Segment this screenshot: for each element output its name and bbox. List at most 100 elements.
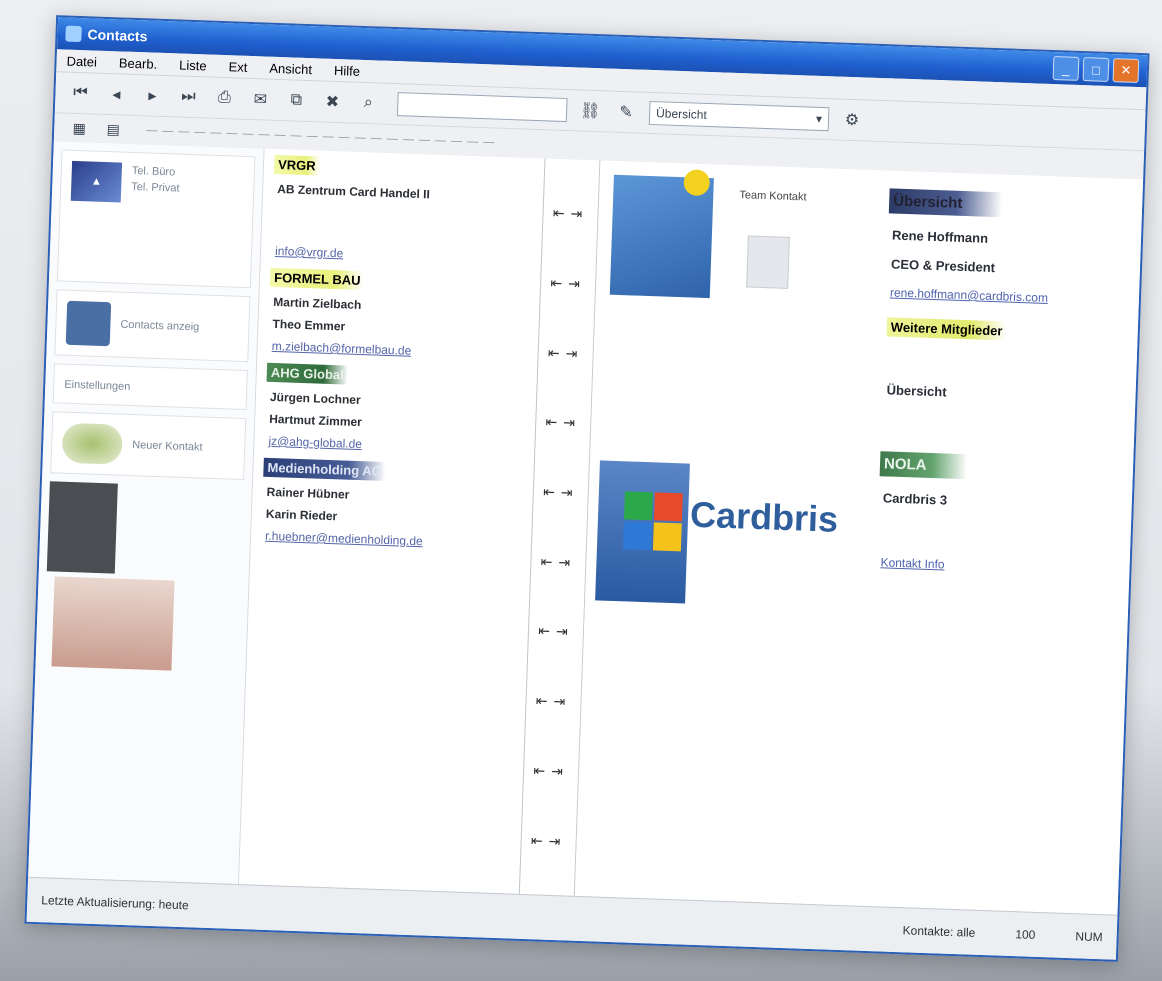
contact-list: VRGR AB Zentrum Card Handel II info@vrgr… xyxy=(238,148,546,895)
email-link[interactable]: rene.hoffmann@cardbris.com xyxy=(890,285,1123,307)
card-text: Contacts anzeig xyxy=(120,318,200,334)
new-contact-card[interactable]: Neuer Kontakt xyxy=(50,411,247,481)
group-link[interactable]: r.huebner@medienholding.de xyxy=(265,529,517,552)
company-card[interactable]: ▲ Tel. Büro Tel. Privat xyxy=(56,149,256,289)
status-count: 100 xyxy=(1015,927,1036,942)
menu-item-list[interactable]: Liste xyxy=(179,57,207,73)
main-content: ▲ Tel. Büro Tel. Privat Contacts anzeig … xyxy=(28,141,1144,916)
contact-card[interactable]: Contacts anzeig xyxy=(54,289,251,363)
link-arrows-icon[interactable]: ⇤⇥ xyxy=(550,275,586,293)
info-link[interactable]: Kontakt Info xyxy=(880,555,1113,577)
window-controls: _ □ ✕ xyxy=(1052,56,1140,83)
status-right-group: Kontakte: alle 100 NUM xyxy=(902,923,1102,944)
mail-icon[interactable]: ✉ xyxy=(247,86,274,113)
group-header: AHG Global xyxy=(266,362,349,385)
side-label: Team Kontakt xyxy=(739,189,807,204)
menu-item-ext[interactable]: Ext xyxy=(228,59,247,75)
link-arrows-icon[interactable]: ⇤⇥ xyxy=(545,414,581,432)
menu-item-help[interactable]: Hilfe xyxy=(334,62,361,78)
link-arrows-icon[interactable]: ⇤⇥ xyxy=(531,832,567,850)
card-text: Einstellungen xyxy=(64,378,131,393)
app-window: Contacts _ □ ✕ Datei Bearb. Liste Ext An… xyxy=(24,15,1150,962)
group-line: Martin Zielbach xyxy=(273,294,362,313)
minimize-button[interactable]: _ xyxy=(1052,56,1080,81)
last-record-icon[interactable]: ⏭ xyxy=(175,83,202,110)
group-line: AB Zentrum Card Handel II xyxy=(277,182,431,202)
group-link[interactable]: jz@ahg-global.de xyxy=(268,434,520,457)
left-panel: ▲ Tel. Büro Tel. Privat Contacts anzeig … xyxy=(28,141,265,886)
delete-icon[interactable]: ✖ xyxy=(319,88,346,115)
detail-line: Rene Hoffmann xyxy=(891,227,989,246)
group-line: Jürgen Lochner xyxy=(269,389,361,408)
avatar xyxy=(65,300,112,347)
tab-strip[interactable]: — — — — — — — — — — — — — — — — — — — — … xyxy=(146,124,495,148)
search-input[interactable] xyxy=(396,92,568,123)
window-title: Contacts xyxy=(87,26,148,45)
brand-tile xyxy=(595,460,690,604)
photo-thumbnail[interactable] xyxy=(51,576,175,671)
link-arrows-icon[interactable]: ⇤⇥ xyxy=(540,553,576,571)
previous-icon[interactable]: ◂ xyxy=(103,81,130,108)
grid-icon[interactable]: ▦ xyxy=(66,115,93,142)
document-icon[interactable] xyxy=(746,235,790,289)
group-link[interactable]: m.zielbach@formelbau.de xyxy=(272,339,524,362)
status-filter: Kontakte: alle xyxy=(902,923,976,940)
group-line: Karin Rieder xyxy=(265,506,338,524)
windows-flag-icon xyxy=(622,491,685,553)
menu-item-edit[interactable]: Bearb. xyxy=(119,55,158,71)
close-button[interactable]: ✕ xyxy=(1112,58,1140,83)
detail-header: NOLA xyxy=(879,451,967,480)
card-icon[interactable]: ▤ xyxy=(100,116,127,143)
detail-line: Übersicht xyxy=(886,382,947,400)
view-select[interactable]: Übersicht ▾ xyxy=(648,100,830,132)
settings-icon[interactable]: ⚙ xyxy=(839,107,866,134)
list-group[interactable]: FORMEL BAU Martin Zielbach Theo Emmer m.… xyxy=(268,267,531,362)
group-header: VRGR xyxy=(273,154,320,176)
link-arrows-icon[interactable]: ⇤⇥ xyxy=(536,693,572,711)
card-text: Neuer Kontakt xyxy=(132,439,203,454)
photo-strip xyxy=(43,481,244,678)
app-icon xyxy=(65,25,82,43)
group-link[interactable]: info@vrgr.de xyxy=(275,244,527,267)
first-record-icon[interactable]: ⏮ xyxy=(67,80,94,107)
group-line: Theo Emmer xyxy=(272,316,346,334)
status-num: NUM xyxy=(1075,929,1103,945)
detail-fields: Übersicht Rene Hoffmann CEO & President … xyxy=(853,170,1144,916)
print-icon[interactable]: ⎙ xyxy=(211,85,238,112)
copy-icon[interactable]: ⧉ xyxy=(283,87,310,114)
company-logo: ▲ xyxy=(70,160,123,203)
detail-panel: Team Kontakt Cardbris Übersicht Rene Hof… xyxy=(574,160,1144,916)
photo-thumbnail[interactable] xyxy=(46,481,118,574)
pen-icon[interactable]: ✎ xyxy=(613,99,640,126)
card-line: Tel. Büro xyxy=(131,164,176,179)
menu-item-file[interactable]: Datei xyxy=(66,53,97,69)
group-header: Medienholding AG xyxy=(263,457,387,481)
blob-icon xyxy=(61,422,123,465)
highlight-label: Weitere Mitglieder xyxy=(886,317,1007,341)
link-arrows-icon[interactable]: ⇤⇥ xyxy=(548,344,584,362)
group-line: Hartmut Zimmer xyxy=(268,411,363,430)
link-arrows-icon[interactable]: ⇤⇥ xyxy=(538,623,574,641)
menu-item-view[interactable]: Ansicht xyxy=(269,60,312,76)
detail-header: Übersicht xyxy=(888,188,1003,218)
card-line: Tel. Privat xyxy=(131,180,180,195)
find-icon[interactable]: ⌕ xyxy=(355,90,382,117)
link-arrows-icon[interactable]: ⇤⇥ xyxy=(543,484,579,502)
link-icon[interactable]: ⛓ xyxy=(577,97,604,124)
detail-media: Team Kontakt Cardbris xyxy=(575,160,879,906)
status-left: Letzte Aktualisierung: heute xyxy=(41,893,189,913)
list-group[interactable]: Medienholding AG Rainer Hübner Karin Rie… xyxy=(261,457,524,552)
list-group[interactable]: VRGR AB Zentrum Card Handel II info@vrgr… xyxy=(271,154,534,267)
link-arrows-icon[interactable]: ⇤⇥ xyxy=(553,205,589,223)
brand-name: Cardbris xyxy=(689,493,839,540)
contact-image[interactable] xyxy=(609,169,714,299)
settings-card[interactable]: Einstellungen xyxy=(52,363,248,411)
link-arrows-icon[interactable]: ⇤⇥ xyxy=(533,762,569,780)
list-group[interactable]: AHG Global Jürgen Lochner Hartmut Zimmer… xyxy=(264,362,527,457)
detail-line: CEO & President xyxy=(890,256,996,276)
maximize-button[interactable]: □ xyxy=(1082,57,1110,82)
group-header: FORMEL BAU xyxy=(269,267,365,291)
next-icon[interactable]: ▸ xyxy=(139,82,166,109)
detail-line: Cardbris 3 xyxy=(882,490,948,508)
sun-icon xyxy=(683,169,711,197)
